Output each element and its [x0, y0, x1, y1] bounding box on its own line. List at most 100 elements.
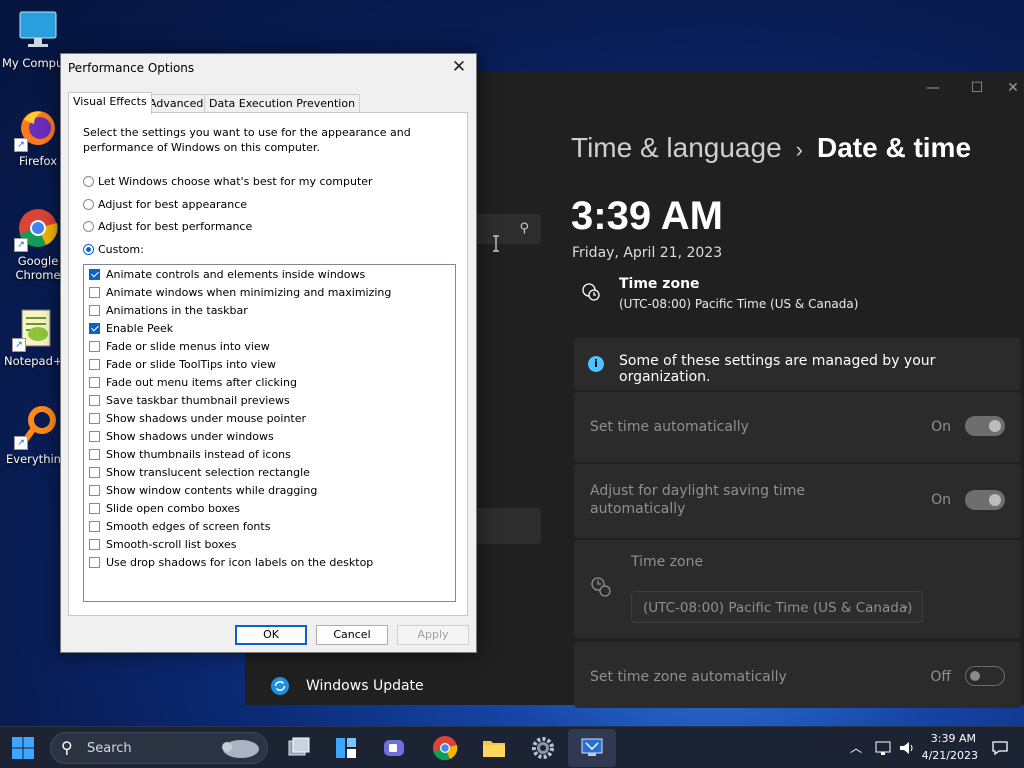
list-item[interactable]: Show translucent selection rectangle	[89, 464, 310, 482]
start-windows-icon[interactable]	[9, 734, 37, 762]
checkbox[interactable]	[89, 395, 100, 406]
radio-let-windows-choose[interactable]: Let Windows choose what's best for my co…	[83, 175, 373, 188]
tz-auto-toggle[interactable]	[965, 666, 1005, 686]
set-time-auto-toggle[interactable]	[965, 416, 1005, 436]
checkbox[interactable]	[89, 305, 100, 316]
list-item[interactable]: Use drop shadows for icon labels on the …	[89, 554, 373, 572]
checkbox[interactable]	[89, 503, 100, 514]
tab-advanced[interactable]: Advanced	[144, 94, 209, 113]
close-icon[interactable]: ✕	[448, 56, 470, 78]
visual-effects-list[interactable]: Animate controls and elements inside win…	[83, 264, 456, 602]
cancel-button[interactable]: Cancel	[316, 625, 388, 645]
list-item[interactable]: Slide open combo boxes	[89, 500, 240, 518]
checkbox[interactable]	[89, 287, 100, 298]
infobar-text: Some of these settings are managed by yo…	[619, 353, 936, 385]
desktop-icon-notepadpp[interactable]: ↗ Notepad+	[4, 306, 68, 368]
taskbar-search[interactable]: ⚲ Search	[50, 732, 268, 764]
option-label: Show shadows under windows	[106, 430, 274, 443]
checkbox[interactable]	[89, 413, 100, 424]
checkbox[interactable]	[89, 467, 100, 478]
performance-options-dialog: Performance Options ✕ Visual Effects Adv…	[60, 53, 477, 653]
system-properties-icon[interactable]	[578, 734, 606, 762]
radio-custom[interactable]: Custom:	[83, 243, 144, 256]
checkbox[interactable]	[89, 323, 100, 334]
dialog-description: Select the settings you want to use for …	[83, 126, 411, 154]
list-item[interactable]: Animate windows when minimizing and maxi…	[89, 284, 391, 302]
checkbox[interactable]	[89, 449, 100, 460]
taskbar: ⚲ Search ︿ 3:39 AM 4/21/2023	[0, 726, 1024, 768]
list-item[interactable]: Show shadows under mouse pointer	[89, 410, 306, 428]
timezone-card-label: Time zone	[631, 554, 704, 570]
search-icon: ⚲	[519, 221, 529, 236]
radio-best-performance[interactable]: Adjust for best performance	[83, 220, 252, 233]
chrome-icon: ↗	[14, 206, 60, 252]
settings-search-input[interactable]: ⚲	[475, 214, 541, 244]
radio-label: Let Windows choose what's best for my co…	[98, 175, 373, 188]
breadcrumb-parent[interactable]: Time & language	[571, 132, 782, 163]
list-item[interactable]: Smooth-scroll list boxes	[89, 536, 237, 554]
radio-best-appearance[interactable]: Adjust for best appearance	[83, 198, 247, 211]
close-window-button[interactable]: ✕	[998, 80, 1024, 100]
volume-icon[interactable]	[898, 739, 916, 757]
dst-card: Adjust for daylight saving time automati…	[574, 464, 1021, 538]
list-item[interactable]: Fade or slide ToolTips into view	[89, 356, 276, 374]
chrome-taskbar-icon[interactable]	[431, 734, 459, 762]
checkbox[interactable]	[89, 341, 100, 352]
set-time-auto-label: Set time automatically	[590, 419, 749, 435]
checkbox[interactable]	[89, 521, 100, 532]
chevron-down-icon: ⌄	[899, 598, 910, 612]
list-item[interactable]: Enable Peek	[89, 320, 173, 338]
dialog-title: Performance Options	[68, 61, 195, 75]
minimize-button[interactable]: —	[918, 80, 948, 100]
checkbox[interactable]	[89, 377, 100, 388]
breadcrumb: Time & language › Date & time	[571, 132, 971, 164]
chevron-up-icon[interactable]: ︿	[850, 739, 862, 756]
widgets-icon[interactable]	[332, 734, 360, 762]
nav-selected-item[interactable]	[475, 508, 541, 544]
option-label: Smooth-scroll list boxes	[106, 538, 237, 551]
list-item[interactable]: Save taskbar thumbnail previews	[89, 392, 290, 410]
set-time-auto-card: Set time automatically On	[574, 392, 1021, 462]
clock-time[interactable]: 3:39 AM	[920, 732, 976, 745]
settings-gear-icon[interactable]	[529, 734, 557, 762]
list-item[interactable]: Fade or slide menus into view	[89, 338, 270, 356]
checkbox[interactable]	[89, 269, 100, 280]
option-label: Animate windows when minimizing and maxi…	[106, 286, 392, 299]
option-label: Show translucent selection rectangle	[106, 466, 310, 479]
org-managed-infobar: i Some of these settings are managed by …	[574, 338, 1021, 390]
notifications-icon[interactable]	[991, 739, 1009, 757]
maximize-button[interactable]: ☐	[962, 80, 992, 100]
timezone-value: (UTC-08:00) Pacific Time (US & Canada)	[619, 297, 859, 311]
file-explorer-icon[interactable]	[480, 734, 508, 762]
radio-label: Adjust for best appearance	[98, 198, 248, 211]
checkbox[interactable]	[89, 539, 100, 550]
apply-button[interactable]: Apply	[397, 625, 469, 645]
tab-dep[interactable]: Data Execution Prevention	[204, 94, 361, 113]
page-title: Date & time	[816, 132, 972, 163]
checkbox[interactable]	[89, 485, 100, 496]
list-item[interactable]: Smooth edges of screen fonts	[89, 518, 270, 536]
clock-date[interactable]: 4/21/2023	[916, 749, 978, 762]
teams-chat-icon[interactable]	[380, 734, 408, 762]
list-item[interactable]: Show window contents while dragging	[89, 482, 317, 500]
ok-button[interactable]: OK	[235, 625, 307, 645]
text-cursor-icon	[493, 235, 499, 252]
list-item[interactable]: Animations in the taskbar	[89, 302, 248, 320]
list-item[interactable]: Animate controls and elements inside win…	[89, 266, 365, 284]
timezone-dropdown[interactable]: (UTC-08:00) Pacific Time (US & Canada) ⌄	[631, 591, 923, 623]
task-view-icon[interactable]	[284, 734, 312, 762]
nav-item-label: Windows Update	[306, 678, 424, 694]
list-item[interactable]: Fade out menu items after clicking	[89, 374, 297, 392]
list-item[interactable]: Show shadows under windows	[89, 428, 274, 446]
dst-toggle[interactable]	[965, 490, 1005, 510]
option-label: Animate controls and elements inside win…	[106, 268, 366, 281]
tz-auto-label: Set time zone automatically	[590, 669, 787, 685]
list-item[interactable]: Show thumbnails instead of icons	[89, 446, 291, 464]
set-time-auto-state: On	[931, 419, 951, 435]
option-label: Smooth edges of screen fonts	[106, 520, 271, 533]
checkbox[interactable]	[89, 359, 100, 370]
checkbox[interactable]	[89, 557, 100, 568]
checkbox[interactable]	[89, 431, 100, 442]
network-icon[interactable]	[874, 739, 892, 757]
tab-visual-effects[interactable]: Visual Effects	[68, 92, 152, 114]
